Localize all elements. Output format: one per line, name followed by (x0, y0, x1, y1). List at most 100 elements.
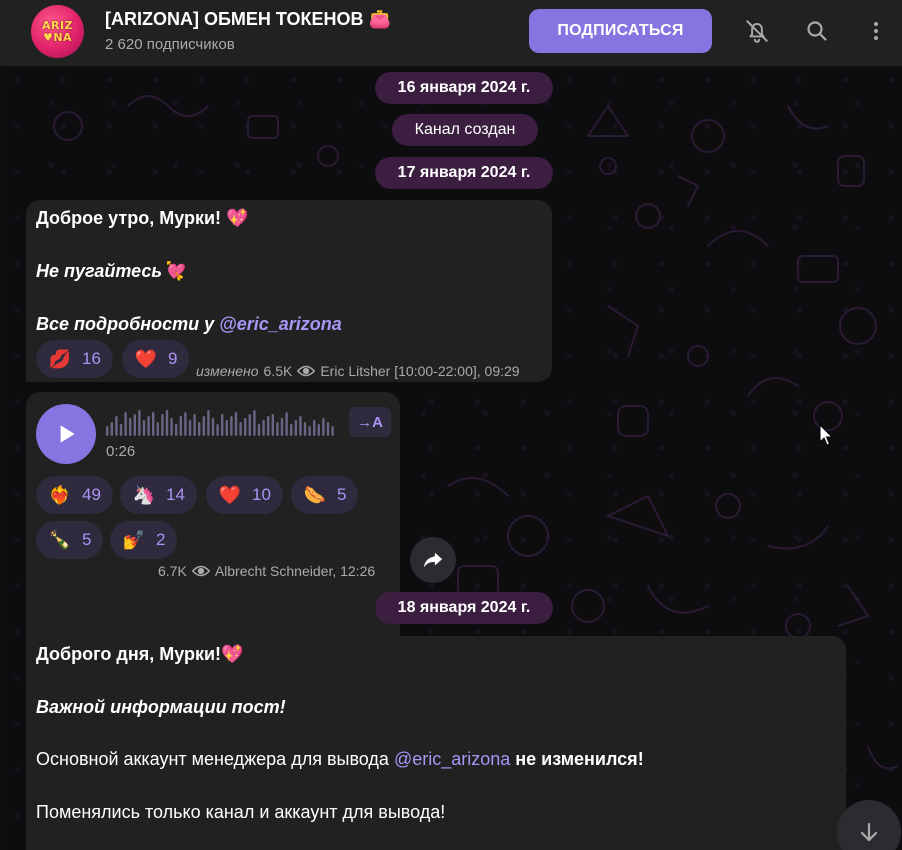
reaction-emoji: 🦄 (132, 484, 156, 506)
waveform-bar (202, 416, 205, 436)
waveform-bar (294, 420, 297, 436)
subscriber-count: 2 620 подписчиков (105, 36, 235, 53)
waveform-bar (142, 420, 146, 436)
waveform-bar (262, 420, 265, 436)
waveform-bar (285, 412, 288, 436)
waveform-bar (106, 426, 109, 436)
transcribe-button[interactable]: →A (349, 407, 391, 437)
waveform-bar (175, 424, 178, 436)
waveform-bar (308, 426, 311, 436)
waveform-bar (133, 414, 136, 436)
reaction-chip[interactable]: ❤️‍🔥 49 (36, 476, 113, 514)
reaction-emoji: 🍾 (48, 529, 72, 551)
post-author-time: Albrecht Schneider, 12:26 (214, 563, 376, 579)
edited-label: изменено (196, 363, 259, 379)
waveform-bar (184, 412, 187, 436)
waveform-bar (193, 414, 196, 436)
waveform-bar (230, 416, 233, 436)
reaction-chip[interactable]: 🌭 5 (291, 476, 359, 514)
reaction-chip[interactable]: ❤️ 9 (122, 340, 190, 378)
message-meta: 6.7K Albrecht Schneider, 12:26 (158, 563, 375, 579)
waveform-bar (179, 416, 182, 436)
waveform-bar (119, 424, 123, 436)
waveform-bar (138, 410, 141, 436)
username-link[interactable]: @eric_arizona (219, 314, 342, 334)
waveform-bar (290, 424, 293, 436)
more-vert-icon[interactable] (860, 15, 892, 47)
waveform-bar (322, 418, 325, 436)
reaction-emoji: 💅 (122, 529, 146, 551)
message-bubble[interactable]: Доброе утро, Мурки! 💖 Не пугайтесь💘 Все … (26, 200, 552, 382)
voice-duration: 0:26 (106, 443, 136, 460)
reaction-chip[interactable]: ❤️ 10 (206, 476, 283, 514)
waveform-bar (207, 410, 210, 436)
waveform-bar (267, 416, 270, 436)
username-link[interactable]: @eric_arizona (394, 749, 510, 769)
reaction-count: 49 (82, 485, 101, 504)
reaction-count: 2 (156, 530, 166, 549)
message-text: Основной аккаунт менеджера для вывода (36, 749, 394, 769)
reaction-chip[interactable]: 🦄 14 (120, 476, 197, 514)
waveform-bar (331, 426, 334, 436)
date-separator: 16 января 2024 г. (375, 72, 553, 104)
waveform-bar (211, 418, 215, 436)
date-separator: 17 января 2024 г. (375, 157, 553, 189)
reaction-chip[interactable]: 🍾 5 (36, 521, 104, 559)
message-text-line: Доброе утро, Мурки! 💖 (36, 208, 249, 228)
subscribe-button[interactable]: ПОДПИСАТЬСЯ (529, 9, 712, 53)
waveform-bar (239, 422, 242, 436)
mouse-cursor-icon (819, 424, 834, 446)
search-icon[interactable] (801, 15, 833, 47)
waveform-bar (276, 422, 279, 436)
reaction-count: 5 (337, 485, 347, 504)
waveform-bar (110, 422, 113, 436)
waveform-bar (165, 410, 169, 436)
reaction-count: 14 (166, 485, 185, 504)
reaction-emoji: ❤️ (134, 348, 158, 370)
waveform-bar (257, 424, 261, 436)
view-count: 6.7K (158, 563, 187, 579)
waveform-bar (299, 416, 302, 436)
reaction-chip[interactable]: 💅 2 (110, 521, 178, 559)
message-text-line: Основной аккаунт менеджера для вывода @e… (36, 749, 644, 770)
waveform-bar (326, 422, 330, 436)
play-button[interactable] (36, 404, 96, 464)
waveform-bar (317, 424, 320, 436)
waveform-bar (152, 412, 155, 436)
voice-waveform[interactable] (106, 408, 338, 436)
waveform-bar (225, 420, 228, 436)
waveform-bar (303, 422, 307, 436)
waveform-bar (271, 414, 274, 436)
waveform-bar (280, 418, 284, 436)
reaction-emoji: 🌭 (303, 484, 327, 506)
message-text: Все подробности у (36, 314, 220, 334)
waveform-bar (234, 412, 238, 436)
reaction-chip[interactable]: 💋 16 (36, 340, 113, 378)
share-button[interactable] (410, 537, 456, 583)
message-text-line: Поменялись только канал и аккаунт для вы… (36, 802, 446, 822)
waveform-bar (147, 416, 150, 436)
mute-bell-icon[interactable] (741, 15, 773, 47)
waveform-bar (156, 422, 159, 436)
message-text-line: Все подробности у @eric_arizona (36, 314, 342, 335)
channel-avatar[interactable]: ARIZ ♥NA (31, 5, 84, 58)
reaction-emoji: 💋 (48, 348, 72, 370)
reaction-count: 16 (82, 349, 101, 368)
waveform-bar (244, 418, 247, 436)
share-arrow-icon (423, 552, 443, 568)
waveform-bar (170, 418, 173, 436)
views-eye-icon (297, 365, 316, 377)
waveform-bar (115, 416, 118, 436)
arrow-down-icon (860, 822, 878, 842)
reaction-emoji: ❤️ (218, 484, 242, 506)
channel-title[interactable]: [ARIZONA] ОБМЕН ТОКЕНОВ 👛 (105, 9, 391, 30)
waveform-bar (313, 420, 316, 436)
waveform-bar (129, 418, 132, 436)
reaction-emoji: ❤️‍🔥 (48, 484, 72, 506)
reaction-count: 9 (168, 349, 178, 368)
post-author-time: Eric Litsher [10:00-22:00], 09:29 (320, 363, 520, 379)
waveform-bar (198, 422, 201, 436)
view-count: 6.5K (263, 363, 293, 379)
message-bubble[interactable]: Доброго дня, Мурки!💖 Важной информации п… (26, 636, 846, 850)
avatar-text-line1: ARIZ (41, 18, 74, 32)
